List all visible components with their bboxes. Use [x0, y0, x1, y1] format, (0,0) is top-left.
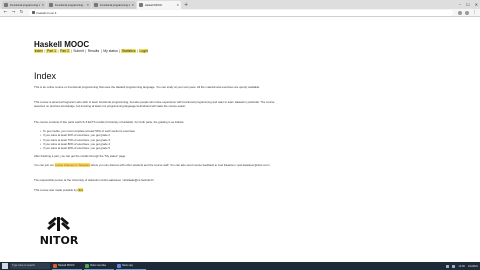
minimize-button[interactable]: – [459, 2, 461, 7]
close-tab-icon[interactable]: ✕ [131, 3, 134, 7]
taskbar-search-input[interactable]: Type here to search [10, 263, 50, 269]
intro-paragraph: This is an online course on Functional p… [34, 85, 260, 89]
reload-icon[interactable]: ↻ [19, 10, 24, 15]
sponsor-text: This course was made possible by [34, 188, 78, 192]
page-heading: Index [34, 71, 57, 81]
address-bar: ← → ↻ haskell.mooc.fi ⋮ [0, 9, 480, 17]
nitor-logo: NITOR [36, 217, 82, 247]
nitor-logo-graphic: NITOR [40, 217, 79, 247]
clock-time[interactable]: 12:00 [458, 265, 465, 268]
browser-tab-active[interactable]: Haskell MOOC ✕ [137, 1, 181, 9]
site-title: Haskell MOOC [34, 40, 90, 49]
lock-icon [32, 11, 35, 14]
browser-app-icon [53, 263, 57, 268]
nitor-link[interactable]: Nitor [77, 188, 84, 192]
favicon-icon [49, 3, 53, 7]
recorder-app-icon [85, 263, 89, 268]
taskbar-app[interactable]: Notes app [116, 263, 146, 270]
nav-link-submit[interactable]: Submit [73, 49, 85, 53]
logo-wordmark: NITOR [40, 234, 79, 247]
menu-icon[interactable]: ⋮ [472, 10, 477, 15]
telegram-paragraph: You can join our course channel on Teleg… [34, 163, 280, 167]
url-input[interactable]: haskell.mooc.fi [29, 9, 453, 16]
credits-paragraph: The course consists of two parts worth 5… [34, 120, 185, 124]
favicon-icon [4, 3, 8, 7]
taskbar-app[interactable]: Haskell MOOC [52, 263, 82, 270]
profile-icon[interactable] [465, 10, 469, 15]
nav-link-part-1[interactable]: Part 1 [46, 49, 57, 53]
start-button[interactable] [2, 263, 8, 269]
audience-paragraph: This course is aimed at beginners who wi… [34, 100, 275, 109]
favicon-icon [139, 3, 143, 7]
browser-tab[interactable]: Functional programming with Haskell ✕ [92, 1, 136, 9]
window-controls: – ☐ ✕ [459, 0, 478, 9]
volume-icon[interactable] [452, 264, 456, 268]
notes-app-icon [117, 263, 121, 268]
close-window-button[interactable]: ✕ [475, 2, 478, 7]
status-paragraph: After finishing a part, you can get the … [34, 154, 127, 158]
taskbar-app-label: Notes app [122, 264, 134, 267]
tab-label: Functional programming - Nitor [55, 3, 85, 7]
tab-label: Functional programming in Haske [10, 3, 41, 7]
sponsor-paragraph: This course was made possible by Nitor [34, 188, 280, 192]
close-tab-icon[interactable]: ✕ [176, 3, 179, 7]
telegram-text-pre: You can join our [34, 163, 55, 167]
tab-label: Functional programming with Haskell [100, 3, 130, 7]
forward-arrow-icon[interactable]: → [11, 10, 16, 15]
responsible-paragraph: The responsible person at the University… [34, 178, 155, 182]
url-text: haskell.mooc.fi [36, 10, 57, 15]
system-tray: 12:00 1/1/2021 [446, 264, 478, 268]
taskbar-app-label: Haskell MOOC [58, 264, 75, 267]
list-item: If you solve at least 90% of exercises, … [40, 146, 240, 150]
extension-icon[interactable] [458, 10, 462, 15]
back-arrow-icon[interactable]: ← [3, 10, 8, 15]
telegram-link[interactable]: course channel on Telegram [54, 163, 90, 167]
nav-link-login[interactable]: Login [138, 49, 149, 53]
browser-tab-bar: Functional programming in Haske ✕ Functi… [0, 0, 480, 9]
nav-link-statistics[interactable]: Statistics [121, 49, 137, 53]
nav-link-results[interactable]: Results [87, 49, 100, 53]
clock-date[interactable]: 1/1/2021 [468, 265, 478, 268]
taskbar-app[interactable]: Video recorder [84, 263, 114, 270]
close-tab-icon[interactable]: ✕ [86, 3, 89, 7]
web-page: Haskell MOOC Index | Part 1 | Part 2 | S… [0, 18, 480, 262]
os-taskbar: Type here to search Haskell MOOC Video r… [0, 262, 480, 270]
browser-tab[interactable]: Functional programming in Haske ✕ [2, 1, 46, 9]
taskbar-app-label: Video recorder [90, 264, 107, 267]
browser-tab[interactable]: Functional programming - Nitor ✕ [47, 1, 91, 9]
nav-link-part-2[interactable]: Part 2 [59, 49, 70, 53]
telegram-text-post: where you can discuss with other student… [89, 163, 271, 167]
network-icon[interactable] [446, 264, 450, 268]
close-tab-icon[interactable]: ✕ [41, 3, 44, 7]
top-navigation: Index | Part 1 | Part 2 | Submit | Resul… [34, 49, 149, 53]
nav-link-index[interactable]: Index [34, 49, 44, 53]
tab-label: Haskell MOOC [145, 3, 163, 7]
nav-link-my-status[interactable]: My status [103, 49, 119, 53]
new-tab-button[interactable]: + [182, 1, 190, 9]
favicon-icon [94, 3, 98, 7]
maximize-button[interactable]: ☐ [466, 2, 470, 7]
grading-list: To get credits, you must complete at lea… [40, 129, 240, 150]
